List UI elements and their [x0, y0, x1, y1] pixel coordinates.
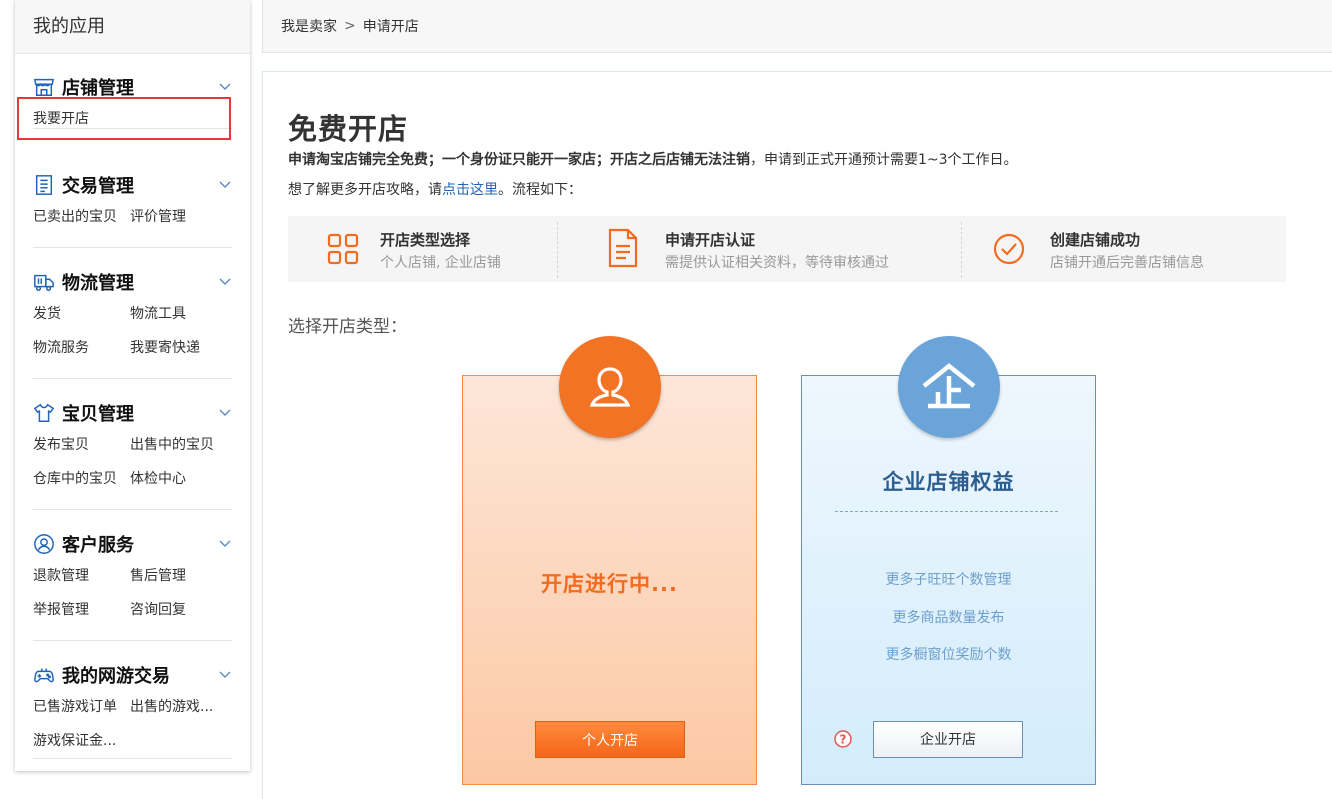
sidebar-link[interactable]: 出售中的宝贝	[130, 428, 227, 462]
group-links: 退款管理 售后管理 举报管理 咨询回复	[33, 559, 232, 627]
step-desc: 个人店铺, 企业店铺	[380, 255, 501, 271]
step-title: 创建店铺成功	[1050, 231, 1141, 249]
enterprise-badge	[898, 336, 1000, 438]
store-in-progress-status: 开店进行中...	[541, 572, 678, 596]
document-icon	[608, 228, 638, 268]
breadcrumb: 我是卖家 > 申请开店	[262, 0, 1332, 53]
personal-avatar-badge	[559, 336, 661, 438]
selected-item-highlight	[17, 97, 231, 140]
sidebar-link[interactable]: 发货	[33, 297, 130, 331]
group-links: 已卖出的宝贝 评价管理	[33, 200, 232, 234]
breadcrumb-current: 申请开店	[362, 19, 419, 35]
group-links: 发货 物流工具 物流服务 我要寄快递	[33, 297, 232, 365]
enterprise-icon	[922, 363, 976, 409]
sidebar-link[interactable]: 出售的游戏...	[130, 690, 227, 724]
sidebar-link[interactable]: 游戏保证金...	[33, 724, 130, 758]
sidebar-link[interactable]: 已售游戏订单	[33, 690, 130, 724]
step-desc: 需提供认证相关资料，等待审核通过	[665, 255, 889, 271]
sidebar-title: 我的应用	[15, 0, 250, 54]
step-success: 创建店铺成功 店铺开通后完善店铺信息	[962, 216, 1286, 282]
sidebar-link[interactable]: 仓库中的宝贝	[33, 462, 130, 496]
sidebar-link[interactable]: 体检中心	[130, 462, 227, 496]
chevron-down-icon[interactable]	[218, 274, 232, 288]
group-header-game[interactable]: 我的网游交易	[33, 660, 232, 690]
step-title: 开店类型选择	[380, 231, 471, 249]
choose-type-label: 选择开店类型：	[288, 317, 407, 337]
process-steps: 开店类型选择 个人店铺, 企业店铺 申请开店认证 需提供认证相关资料，等待审核通…	[288, 216, 1286, 282]
guide-suffix: 。流程如下：	[498, 182, 582, 198]
notice-rest: ，申请到正式开通预计需要1~3个工作日。	[750, 152, 1018, 168]
enterprise-benefits-title: 企业店铺权益	[882, 470, 1015, 494]
group-logistics: 物流管理 发货 物流工具 物流服务 我要寄快递	[33, 248, 232, 379]
personal-store-button[interactable]: 个人开店	[535, 721, 685, 758]
sidebar-link[interactable]: 物流服务	[33, 331, 130, 365]
sidebar-link[interactable]: 发布宝贝	[33, 428, 130, 462]
notice-text: 申请淘宝店铺完全免费；一个身份证只能开一家店；开店之后店铺无法注销，申请到正式开…	[288, 149, 1018, 169]
group-header-logistics[interactable]: 物流管理	[33, 267, 232, 297]
store-icon	[33, 76, 55, 98]
chevron-down-icon[interactable]	[218, 405, 232, 419]
guide-link[interactable]: 点击这里	[442, 182, 498, 198]
main-content: 免费开店 申请淘宝店铺完全免费；一个身份证只能开一家店；开店之后店铺无法注销，申…	[262, 71, 1332, 799]
group-header-trade[interactable]: 交易管理	[33, 170, 232, 200]
user-circle-icon	[33, 533, 55, 555]
truck-icon	[33, 271, 55, 293]
sidebar-link[interactable]: 售后管理	[130, 559, 227, 593]
group-title: 宝贝管理	[62, 404, 134, 425]
group-game: 我的网游交易 已售游戏订单 出售的游戏... 游戏保证金...	[33, 641, 232, 759]
group-title: 客户服务	[62, 535, 134, 556]
group-customer: 客户服务 退款管理 售后管理 举报管理 咨询回复	[33, 510, 232, 641]
page-title: 免费开店	[288, 112, 409, 146]
chevron-down-icon[interactable]	[218, 536, 232, 550]
tshirt-icon	[33, 402, 55, 424]
person-icon	[589, 367, 631, 407]
sidebar-link[interactable]: 评价管理	[130, 200, 227, 234]
group-header-customer[interactable]: 客户服务	[33, 529, 232, 559]
personal-store-card: 开店进行中... 个人开店	[462, 336, 757, 785]
group-links: 已售游戏订单 出售的游戏... 游戏保证金...	[33, 690, 232, 758]
breadcrumb-parent[interactable]: 我是卖家	[281, 16, 337, 36]
enterprise-store-button[interactable]: 企业开店	[873, 721, 1023, 758]
guide-text: 想了解更多开店攻略，请点击这里。流程如下：	[288, 179, 582, 199]
receipt-icon	[33, 174, 55, 196]
chevron-down-icon[interactable]	[218, 177, 232, 191]
group-title: 物流管理	[62, 273, 134, 294]
sidebar: 我的应用 店铺管理 我要开店 交易管理 已卖出的宝贝 评价管理 物流管理 发货 …	[15, 0, 250, 771]
sidebar-link[interactable]: 退款管理	[33, 559, 130, 593]
gamepad-icon	[33, 664, 55, 686]
group-items: 宝贝管理 发布宝贝 出售中的宝贝 仓库中的宝贝 体检中心	[33, 379, 232, 510]
chevron-down-icon[interactable]	[218, 79, 232, 93]
group-trade: 交易管理 已卖出的宝贝 评价管理	[33, 151, 232, 248]
step-type-select: 开店类型选择 个人店铺, 企业店铺	[288, 216, 558, 282]
sidebar-link[interactable]: 咨询回复	[130, 593, 227, 627]
help-icon[interactable]: ?	[834, 730, 852, 748]
grid-icon	[327, 233, 359, 265]
step-desc: 店铺开通后完善店铺信息	[1050, 255, 1204, 271]
group-header-items[interactable]: 宝贝管理	[33, 398, 232, 428]
divider	[835, 511, 1058, 512]
benefit-item: 更多商品数量发布	[892, 610, 1005, 626]
chevron-down-icon[interactable]	[218, 667, 232, 681]
benefit-item: 更多子旺旺个数管理	[885, 572, 1012, 588]
group-links: 发布宝贝 出售中的宝贝 仓库中的宝贝 体检中心	[33, 428, 232, 496]
step-verify: 申请开店认证 需提供认证相关资料，等待审核通过	[558, 216, 961, 282]
breadcrumb-separator: >	[344, 18, 356, 34]
step-title: 申请开店认证	[665, 231, 756, 249]
guide-prefix: 想了解更多开店攻略，请	[288, 182, 442, 198]
check-circle-icon	[993, 233, 1025, 265]
sidebar-link[interactable]: 已卖出的宝贝	[33, 200, 130, 234]
svg-text:?: ?	[840, 733, 847, 747]
sidebar-link[interactable]: 我要寄快递	[130, 331, 227, 365]
group-title: 我的网游交易	[62, 666, 170, 687]
notice-bold: 申请淘宝店铺完全免费；一个身份证只能开一家店；开店之后店铺无法注销	[288, 152, 750, 168]
sidebar-link[interactable]: 物流工具	[130, 297, 227, 331]
benefit-item: 更多橱窗位奖励个数	[885, 647, 1012, 663]
enterprise-store-card: 企业店铺权益 更多子旺旺个数管理 更多商品数量发布 更多橱窗位奖励个数 ? 企业…	[801, 336, 1096, 785]
sidebar-link[interactable]: 举报管理	[33, 593, 130, 627]
group-title: 交易管理	[62, 176, 134, 197]
